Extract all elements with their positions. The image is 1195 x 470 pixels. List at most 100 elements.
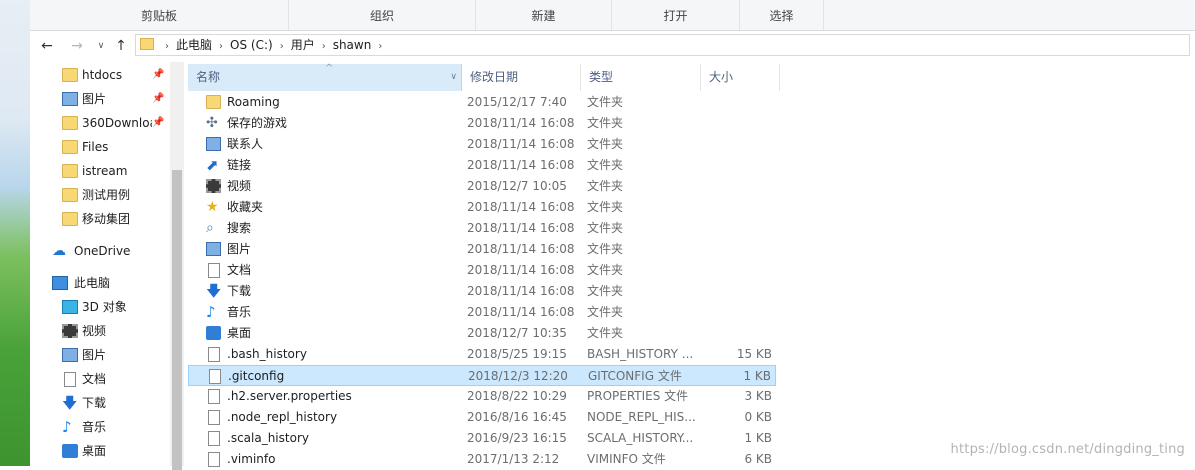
breadcrumb-shawn[interactable]: shawn — [333, 37, 372, 53]
nav-item-label: htdocs — [82, 68, 123, 82]
file-name: .viminfo — [227, 452, 276, 466]
sort-ascending-icon: ^ — [325, 63, 334, 74]
nav-item-videos[interactable]: 视频 — [30, 320, 170, 342]
file-type: GITCONFIG 文件 — [588, 369, 682, 383]
ribbon-group-clipboard[interactable]: 剪贴板 — [30, 0, 289, 30]
file-name: 收藏夹 — [227, 200, 264, 214]
videos-icon — [206, 179, 221, 193]
file-modified-date: 2018/11/14 16:08 — [467, 221, 575, 235]
nav-item-files[interactable]: Files — [30, 136, 170, 158]
onedrive-cloud-icon: ☁ — [52, 243, 66, 259]
file-row[interactable]: 联系人 2018/11/14 16:08 文件夹 — [188, 134, 776, 155]
nav-item-istream[interactable]: istream — [30, 160, 170, 182]
ribbon-group-new[interactable]: 新建 — [476, 0, 612, 30]
breadcrumb-separator-icon[interactable]: › — [219, 39, 223, 55]
nav-item-mobile-group[interactable]: 移动集团 — [30, 208, 170, 230]
nav-item-3d-objects[interactable]: 3D 对象 — [30, 296, 170, 318]
file-row[interactable]: 桌面 2018/12/7 10:35 文件夹 — [188, 323, 776, 344]
file-type: 文件夹 — [587, 242, 624, 256]
pin-icon[interactable]: 📌 — [152, 112, 164, 134]
file-modified-date: 2018/11/14 16:08 — [467, 158, 575, 172]
file-row[interactable]: 文档 2018/11/14 16:08 文件夹 — [188, 260, 776, 281]
file-row[interactable]: ★ 收藏夹 2018/11/14 16:08 文件夹 — [188, 197, 776, 218]
breadcrumb-users[interactable]: 用户 — [291, 37, 315, 53]
file-row[interactable]: .node_repl_history 2016/8/16 16:45 NODE_RE… — [188, 407, 776, 428]
file-list: ^ 名称 ∨ 修改日期 类型 大小 Roaming 2015/12/17 7:40… — [188, 62, 1195, 467]
file-name: 音乐 — [227, 305, 252, 319]
file-type: 文件夹 — [587, 284, 624, 298]
breadcrumb-separator-icon[interactable]: › — [280, 39, 284, 55]
file-row[interactable]: .bash_history 2018/5/25 19:15 BASH_HISTORY… — [188, 344, 776, 365]
breadcrumb-separator-icon[interactable]: › — [378, 39, 382, 55]
file-row[interactable]: .h2.server.properties 2018/8/22 10:29 PROP… — [188, 386, 776, 407]
file-row[interactable]: Roaming 2015/12/17 7:40 文件夹 — [188, 92, 776, 113]
file-icon — [208, 410, 220, 425]
nav-item-documents[interactable]: 文档 — [30, 368, 170, 390]
file-row[interactable]: ⬈ 链接 2018/11/14 16:08 文件夹 — [188, 155, 776, 176]
pin-icon[interactable]: 📌 — [152, 88, 164, 110]
navigation-pane-scrollbar[interactable] — [170, 62, 184, 470]
file-row[interactable]: ♪ 音乐 2018/11/14 16:08 文件夹 — [188, 302, 776, 323]
column-header-name[interactable]: ^ 名称 ∨ — [188, 63, 462, 91]
file-row[interactable]: ⌕ 搜索 2018/11/14 16:08 文件夹 — [188, 218, 776, 239]
file-type: 文件夹 — [587, 263, 624, 277]
breadcrumb-this-pc[interactable]: 此电脑 — [176, 37, 212, 53]
file-name: .bash_history — [227, 347, 307, 361]
nav-item-music[interactable]: ♪ 音乐 — [30, 416, 170, 438]
file-type: NODE_REPL_HIS... — [587, 410, 696, 424]
nav-item-pictures[interactable]: 图片 — [30, 344, 170, 366]
up-arrow-icon[interactable]: ↑ — [112, 37, 130, 55]
column-header-size[interactable]: 大小 — [701, 64, 780, 91]
column-header-type[interactable]: 类型 — [581, 64, 701, 91]
ribbon-group-organize[interactable]: 组织 — [289, 0, 476, 30]
nav-item-htdocs[interactable]: htdocs 📌 — [30, 64, 170, 86]
nav-item-this-pc[interactable]: 此电脑 — [30, 272, 170, 294]
nav-item-label: 音乐 — [82, 420, 107, 434]
folder-icon — [62, 164, 78, 178]
file-size: 3 KB — [744, 389, 772, 403]
navigation-pane: htdocs 📌 图片 📌 360Downloa 📌 Files istream… — [30, 62, 188, 466]
nav-item-360downloads[interactable]: 360Downloa 📌 — [30, 112, 170, 134]
nav-item-pictures-pinned[interactable]: 图片 📌 — [30, 88, 170, 110]
forward-arrow-icon[interactable]: → — [68, 37, 86, 55]
documents-icon — [64, 372, 76, 387]
file-name: .node_repl_history — [227, 410, 338, 424]
file-row[interactable]: .gitconfig 2018/12/3 12:20 GITCONFIG 文件 1 K… — [188, 365, 776, 386]
breadcrumb-separator-icon[interactable]: › — [322, 39, 326, 55]
nav-item-desktop[interactable]: 桌面 — [30, 440, 170, 462]
this-pc-icon — [52, 276, 68, 290]
file-type: 文件夹 — [587, 200, 624, 214]
nav-item-label: 3D 对象 — [82, 300, 127, 314]
nav-item-label: 桌面 — [82, 444, 107, 458]
nav-item-test-cases[interactable]: 测试用例 — [30, 184, 170, 206]
address-row: ← → ∨ ↑ › 此电脑 › OS (C:) › 用户 › shawn › — [30, 31, 1195, 61]
ribbon-group-open[interactable]: 打开 — [612, 0, 740, 30]
file-row[interactable]: 图片 2018/11/14 16:08 文件夹 — [188, 239, 776, 260]
music-icon: ♪ — [62, 418, 72, 436]
ribbon-bar: 剪贴板 组织 新建 打开 选择 — [30, 0, 1195, 31]
breadcrumb-separator-icon[interactable]: › — [165, 39, 169, 55]
pin-icon[interactable]: 📌 — [152, 64, 164, 86]
file-row[interactable]: .viminfo 2017/1/13 2:12 VIMINFO 文件 6 KB — [188, 449, 776, 470]
nav-item-onedrive[interactable]: ☁ OneDrive — [30, 240, 170, 262]
file-row[interactable]: 视频 2018/12/7 10:05 文件夹 — [188, 176, 776, 197]
chevron-down-icon[interactable]: ∨ — [450, 64, 457, 91]
file-modified-date: 2018/8/22 10:29 — [467, 389, 567, 403]
file-modified-date: 2018/11/14 16:08 — [467, 263, 575, 277]
file-row[interactable]: .scala_history 2016/9/23 16:15 SCALA_HISTO… — [188, 428, 776, 449]
scrollbar-thumb[interactable] — [172, 170, 182, 470]
ribbon-group-select[interactable]: 选择 — [740, 0, 824, 30]
breadcrumb-os-drive[interactable]: OS (C:) — [230, 37, 273, 53]
file-modified-date: 2017/1/13 2:12 — [467, 452, 560, 466]
file-name: 保存的游戏 — [227, 116, 288, 130]
recent-locations-chevron-icon[interactable]: ∨ — [92, 37, 110, 55]
column-header-date[interactable]: 修改日期 — [462, 64, 581, 91]
3d-objects-icon — [62, 300, 78, 314]
file-row[interactable]: 🡇 下载 2018/11/14 16:08 文件夹 — [188, 281, 776, 302]
nav-item-downloads[interactable]: 🡇 下载 — [30, 392, 170, 414]
address-bar[interactable]: › 此电脑 › OS (C:) › 用户 › shawn › — [135, 34, 1190, 56]
back-arrow-icon[interactable]: ← — [38, 37, 56, 55]
file-modified-date: 2018/11/14 16:08 — [467, 305, 575, 319]
file-row[interactable]: ✣ 保存的游戏 2018/11/14 16:08 文件夹 — [188, 113, 776, 134]
file-explorer-window: 剪贴板 组织 新建 打开 选择 ← → ∨ ↑ › 此电脑 › OS (C:) › 用户 ›… — [30, 0, 1195, 470]
